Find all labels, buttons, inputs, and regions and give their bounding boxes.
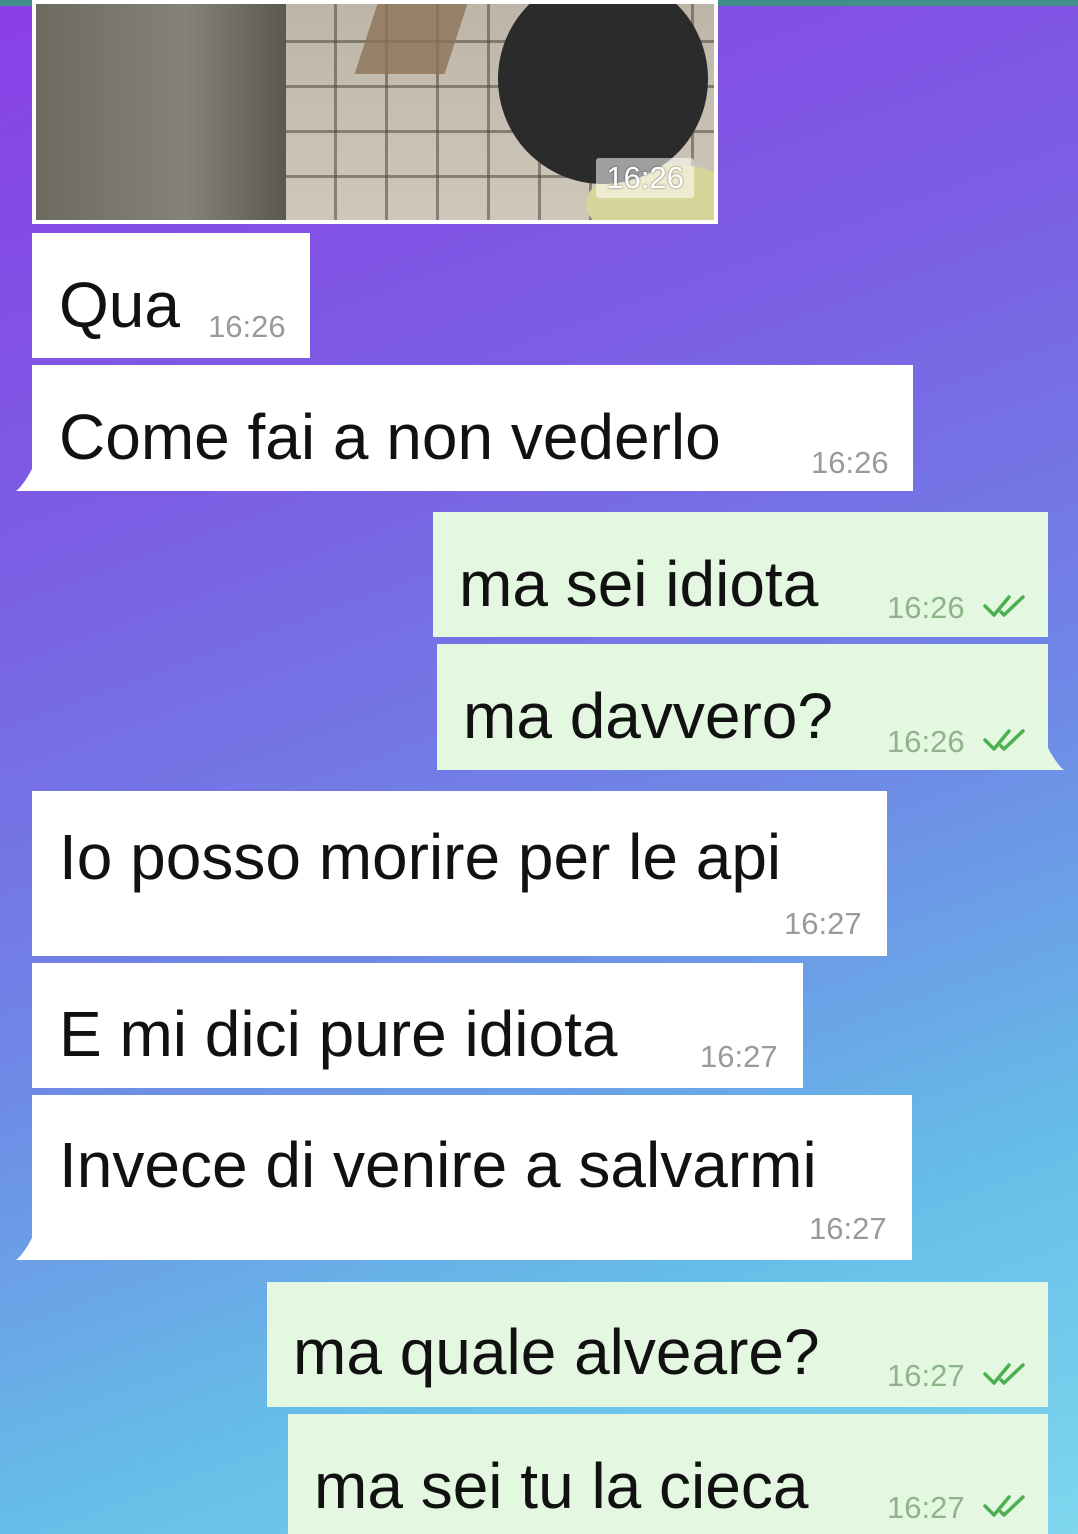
message-text: ma sei tu la cieca [314, 1450, 809, 1522]
message-time: 16:26 [208, 309, 286, 344]
bubble-tail [16, 1234, 34, 1260]
message-incoming[interactable]: Io posso morire per le api 16:27 [32, 791, 887, 956]
message-time: 16:26 [887, 724, 965, 759]
message-incoming[interactable]: Come fai a non vederlo 16:26 [32, 365, 913, 491]
bubble-tail [1046, 744, 1064, 770]
message-text: ma quale alveare? [293, 1316, 820, 1388]
double-check-icon [983, 729, 1025, 751]
message-text: ma davvero? [463, 680, 833, 752]
bubble-tail [16, 465, 34, 491]
photo-wall [36, 4, 286, 220]
message-time: 16:27 [784, 906, 862, 941]
message-text: ma sei idiota [459, 548, 819, 620]
message-time: 16:26 [811, 445, 889, 480]
photo-timestamp: 16:26 [596, 158, 694, 198]
message-time: 16:27 [887, 1358, 965, 1393]
photo-thumbnail[interactable]: 16:26 [36, 4, 714, 220]
double-check-icon [983, 1495, 1025, 1517]
message-time: 16:27 [809, 1211, 887, 1246]
message-text: Qua [59, 269, 180, 341]
double-check-icon [983, 595, 1025, 617]
message-text: Come fai a non vederlo [59, 401, 721, 473]
message-outgoing[interactable]: ma davvero? 16:26 [437, 644, 1048, 770]
message-incoming[interactable]: Qua 16:26 [32, 233, 310, 358]
message-text: Invece di venire a salvarmi [59, 1129, 817, 1201]
message-time: 16:27 [887, 1490, 965, 1525]
message-outgoing[interactable]: ma sei tu la cieca 16:27 [288, 1414, 1048, 1534]
photo-message[interactable]: 16:26 [32, 0, 718, 224]
message-time: 16:26 [887, 590, 965, 625]
message-text: Io posso morire per le api [59, 821, 782, 893]
message-outgoing[interactable]: ma sei idiota 16:26 [433, 512, 1048, 637]
message-text: E mi dici pure idiota [59, 998, 618, 1070]
message-incoming[interactable]: E mi dici pure idiota 16:27 [32, 963, 803, 1088]
message-outgoing[interactable]: ma quale alveare? 16:27 [267, 1282, 1048, 1407]
message-time: 16:27 [700, 1039, 778, 1074]
message-incoming[interactable]: Invece di venire a salvarmi 16:27 [32, 1095, 912, 1260]
double-check-icon [983, 1363, 1025, 1385]
